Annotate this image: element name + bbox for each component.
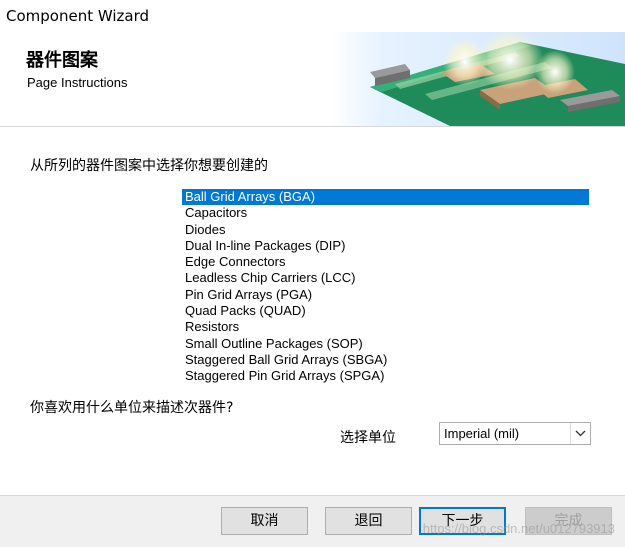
back-button[interactable]: 退回 — [325, 507, 412, 535]
wizard-footer: 取消 退回 下一步 完成 https://blog.csdn.net/u0127… — [0, 495, 625, 547]
pattern-listbox[interactable]: Ball Grid Arrays (BGA) Capacitors Diodes… — [182, 189, 589, 387]
pattern-option-sbga[interactable]: Staggered Ball Grid Arrays (SBGA) — [182, 352, 589, 368]
pattern-option-edge-connectors[interactable]: Edge Connectors — [182, 254, 589, 270]
units-select[interactable]: Imperial (mil) — [439, 422, 591, 445]
pattern-option-resistors[interactable]: Resistors — [182, 319, 589, 335]
cancel-button[interactable]: 取消 — [221, 507, 308, 535]
component-wizard-window: Component Wizard 器件图案 Page Instructions — [0, 0, 625, 547]
window-title: Component Wizard — [6, 7, 150, 25]
pattern-option-spga[interactable]: Staggered Pin Grid Arrays (SPGA) — [182, 368, 589, 384]
select-units-label: 选择单位 — [340, 430, 396, 446]
wizard-header: 器件图案 Page Instructions — [0, 32, 625, 127]
finish-button[interactable]: 完成 — [525, 507, 612, 535]
pattern-option-sop[interactable]: Small Outline Packages (SOP) — [182, 336, 589, 352]
pattern-prompt-label: 从所列的器件图案中选择你想要创建的 — [30, 158, 268, 174]
units-select-value: Imperial (mil) — [444, 426, 520, 441]
page-instructions: Page Instructions — [27, 75, 128, 90]
pattern-option-capacitors[interactable]: Capacitors — [182, 205, 589, 221]
pattern-option-lcc[interactable]: Leadless Chip Carriers (LCC) — [182, 270, 589, 286]
chevron-down-icon — [575, 430, 586, 437]
pattern-option-quad[interactable]: Quad Packs (QUAD) — [182, 303, 589, 319]
wizard-content: 从所列的器件图案中选择你想要创建的 Ball Grid Arrays (BGA)… — [0, 127, 625, 495]
pattern-option-pga[interactable]: Pin Grid Arrays (PGA) — [182, 287, 589, 303]
pattern-option-bga[interactable]: Ball Grid Arrays (BGA) — [182, 189, 589, 206]
units-question-label: 你喜欢用什么单位来描述次器件? — [30, 400, 234, 416]
pattern-option-dip[interactable]: Dual In-line Packages (DIP) — [182, 238, 589, 254]
page-heading: 器件图案 — [26, 50, 98, 71]
title-bar[interactable]: Component Wizard — [0, 0, 625, 32]
pattern-option-diodes[interactable]: Diodes — [182, 222, 589, 238]
units-dropdown-button[interactable] — [570, 423, 590, 444]
next-button[interactable]: 下一步 — [419, 507, 506, 535]
circuit-board-banner-image — [330, 32, 625, 126]
